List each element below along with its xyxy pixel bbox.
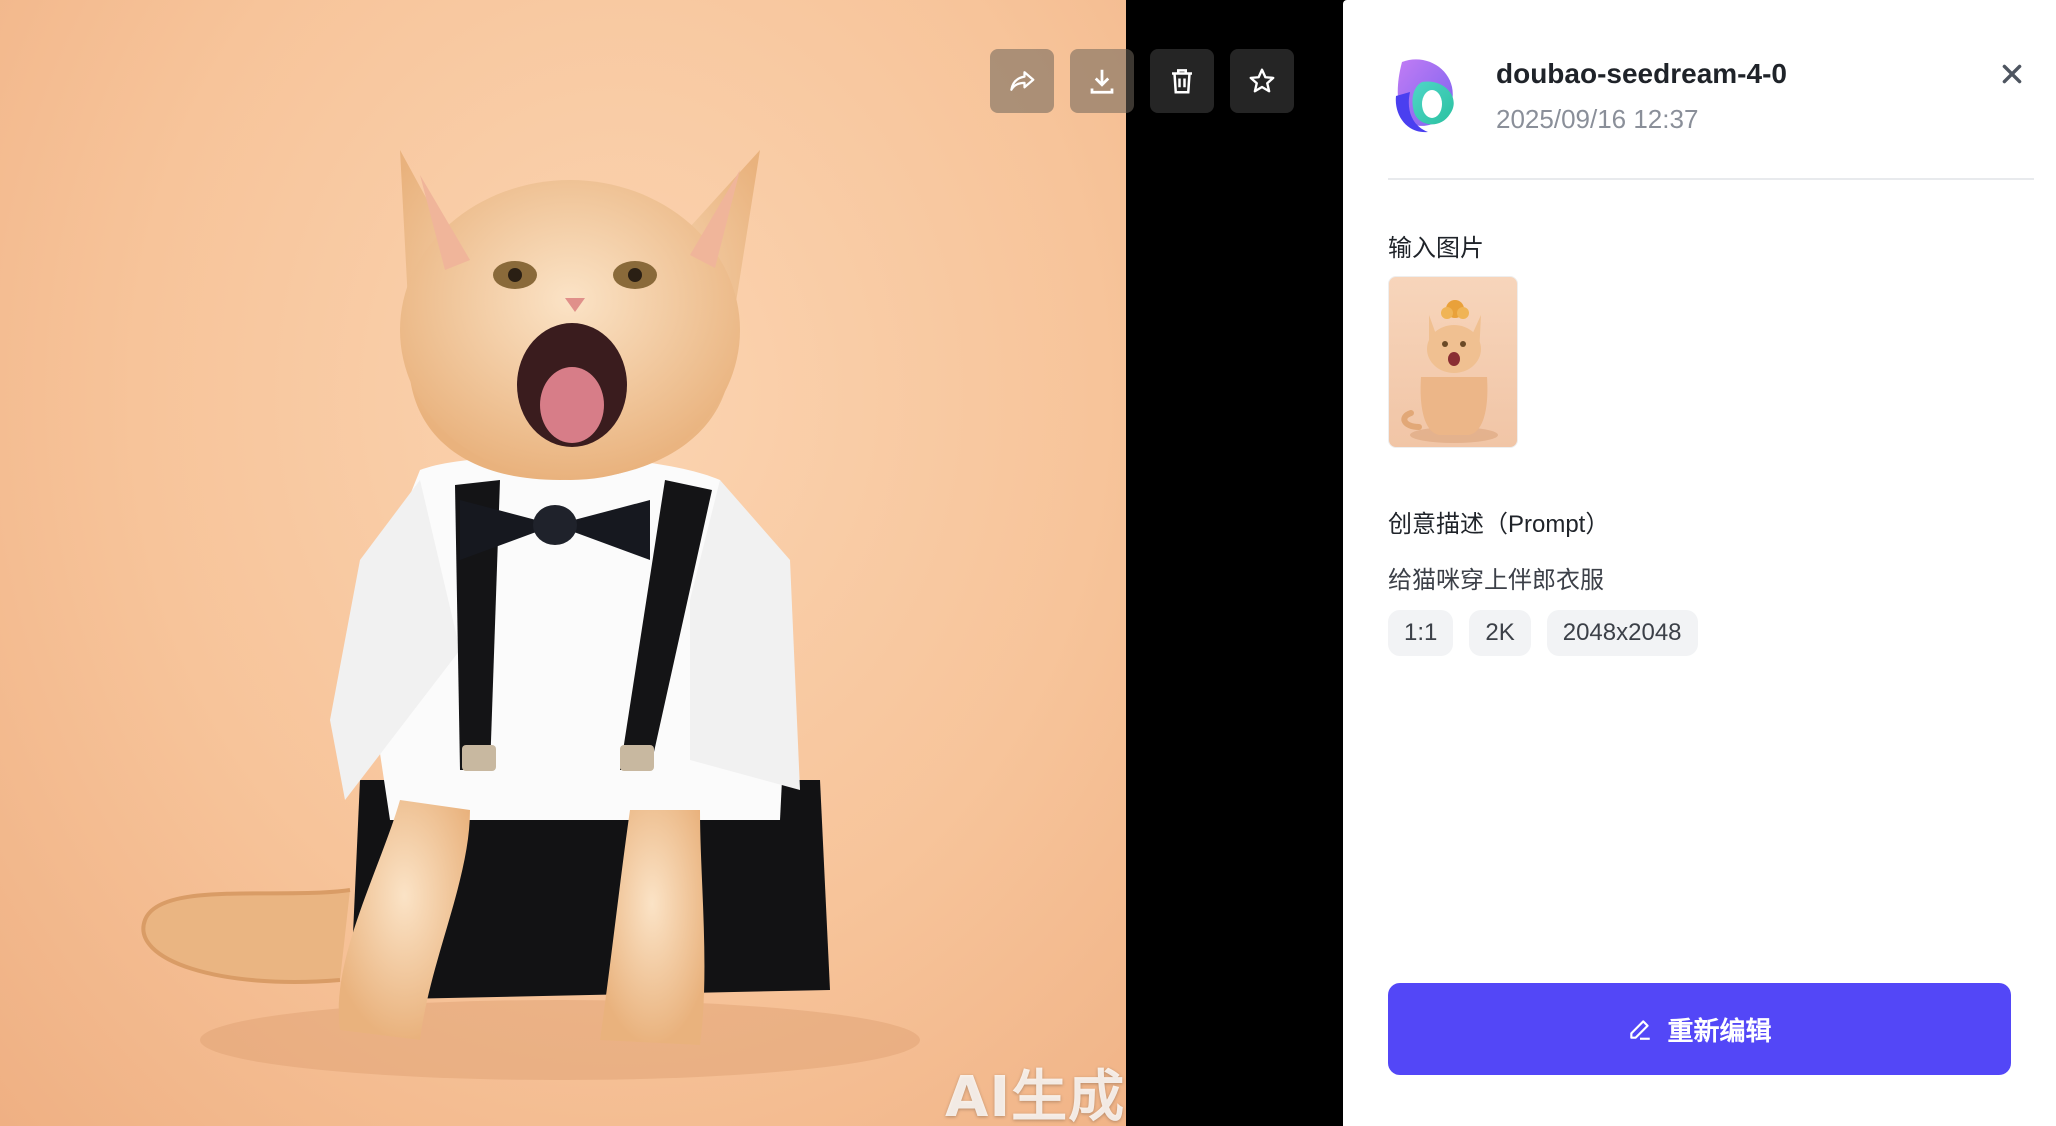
image-viewer: AI生成 bbox=[0, 0, 1343, 1126]
trash-icon bbox=[1172, 69, 1192, 94]
panel-header: doubao-seedream-4-0 2025/09/16 12:37 bbox=[1388, 52, 2034, 136]
aspect-ratio-tag: 1:1 bbox=[1388, 610, 1454, 656]
generated-image: AI生成 bbox=[0, 0, 1126, 1126]
reedit-button[interactable]: 重新编辑 bbox=[1388, 983, 2011, 1075]
model-logo-icon bbox=[1395, 59, 1454, 133]
download-icon bbox=[1090, 69, 1114, 94]
close-icon bbox=[2002, 64, 2022, 84]
share-icon bbox=[1010, 71, 1035, 91]
model-name: doubao-seedream-4-0 bbox=[1496, 58, 1787, 89]
close-button[interactable] bbox=[1990, 52, 2034, 96]
model-meta: doubao-seedream-4-0 2025/09/16 12:37 bbox=[1496, 52, 1787, 135]
cat-illustration bbox=[141, 150, 920, 1080]
generation-timestamp: 2025/09/16 12:37 bbox=[1496, 104, 1699, 134]
prompt-text: 给猫咪穿上伴郎衣服 bbox=[1388, 567, 1604, 594]
detail-panel: doubao-seedream-4-0 2025/09/16 12:37 输入图… bbox=[1343, 0, 2056, 1126]
input-image-thumbnail[interactable] bbox=[1388, 276, 1518, 448]
generation-params: 1:1 2K 2048x2048 bbox=[1388, 610, 1698, 656]
resolution-tag: 2K bbox=[1469, 610, 1531, 656]
prompt-heading: 创意描述（Prompt） bbox=[1388, 511, 1610, 538]
header-divider bbox=[1388, 178, 2034, 180]
download-button[interactable] bbox=[1070, 49, 1134, 113]
image-toolbar bbox=[990, 49, 1294, 113]
ai-generated-watermark: AI生成 bbox=[945, 1065, 1126, 1126]
input-cat-image bbox=[1401, 300, 1498, 443]
delete-button[interactable] bbox=[1150, 49, 1214, 113]
favorite-button[interactable] bbox=[1230, 49, 1294, 113]
input-images-heading: 输入图片 bbox=[1388, 235, 1484, 262]
star-icon bbox=[1249, 68, 1275, 93]
share-button[interactable] bbox=[990, 49, 1054, 113]
size-tag: 2048x2048 bbox=[1546, 610, 1698, 656]
edit-icon bbox=[1630, 1020, 1651, 1040]
reedit-label: 重新编辑 bbox=[1667, 1015, 1772, 1046]
